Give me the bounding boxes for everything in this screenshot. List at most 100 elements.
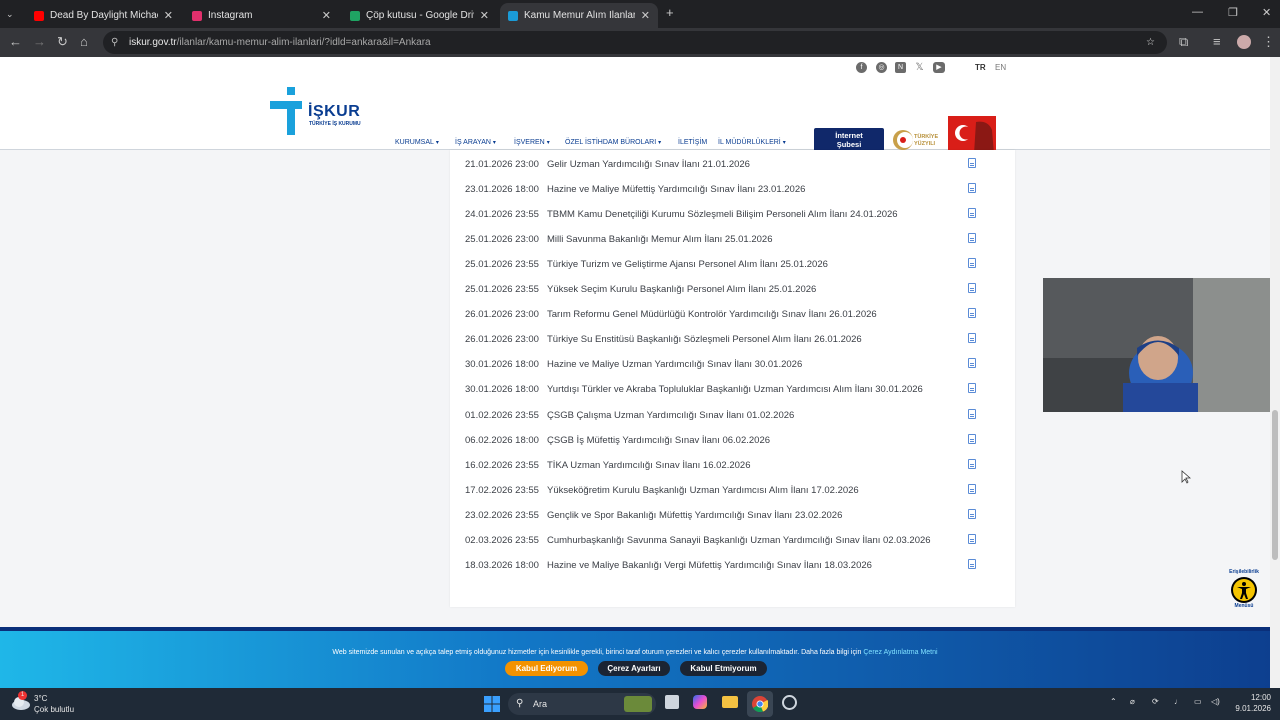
- scrollbar-thumb[interactable]: [1272, 410, 1278, 560]
- profile-avatar[interactable]: [1237, 35, 1251, 49]
- minimize-icon[interactable]: —: [1192, 6, 1203, 18]
- logo-title[interactable]: İŞKUR: [308, 103, 360, 121]
- menu-is-arayan[interactable]: İŞ ARAYAN ▾: [455, 139, 496, 146]
- menu-il-mudurlukleri[interactable]: İL MÜDÜRLÜKLERİ ▾: [718, 139, 786, 146]
- microphone-icon[interactable]: ♩: [1174, 697, 1182, 706]
- chrome-taskbar-button[interactable]: [747, 691, 773, 717]
- internet-branch-button[interactable]: İnternet Şubesi: [814, 128, 884, 152]
- tab-youtube[interactable]: Dead By Daylight Michael Myers ✕: [26, 3, 181, 28]
- reading-list-icon[interactable]: ≡: [1213, 35, 1221, 49]
- instagram-icon[interactable]: ◎: [876, 62, 887, 73]
- close-icon[interactable]: ✕: [322, 9, 331, 22]
- listing-title-link[interactable]: Yüksek Seçim Kurulu Başkanlığı Personel …: [547, 284, 816, 295]
- listing-title-link[interactable]: Hazine ve Maliye Uzman Yardımcılığı Sına…: [547, 359, 802, 370]
- listing-title-link[interactable]: Hazine ve Maliye Bakanlığı Vergi Müfetti…: [547, 560, 872, 571]
- recording-app-icon[interactable]: [782, 695, 797, 710]
- volume-icon[interactable]: ◁): [1211, 697, 1220, 706]
- close-window-icon[interactable]: ✕: [1262, 6, 1271, 19]
- extensions-icon[interactable]: ⧉: [1179, 35, 1188, 49]
- back-icon[interactable]: ←: [9, 35, 22, 49]
- listing-title-link[interactable]: Tarım Reformu Genel Müdürlüğü Kontrolör …: [547, 309, 877, 320]
- page-scrollbar[interactable]: [1270, 57, 1280, 688]
- lang-tr-link[interactable]: TR: [975, 63, 986, 72]
- menu-dots-icon[interactable]: ⋮: [1262, 35, 1275, 49]
- listing-row[interactable]: 18.03.2026 18:00 Hazine ve Maliye Bakanlı…: [450, 556, 1015, 576]
- tab-google-drive[interactable]: Çöp kutusu - Google Drive ✕: [342, 3, 497, 28]
- menu-isveren[interactable]: İŞVEREN ▾: [514, 139, 550, 146]
- document-icon[interactable]: [968, 183, 976, 194]
- listing-row[interactable]: 23.01.2026 18:00 Hazine ve Maliye Müfetti…: [450, 180, 1015, 200]
- close-icon[interactable]: ✕: [641, 9, 650, 22]
- cookie-accept-button[interactable]: Kabul Ediyorum: [505, 661, 588, 676]
- listing-row[interactable]: 23.02.2026 23:55 Gençlik ve Spor Bakanlığ…: [450, 506, 1015, 526]
- iskur-logo-icon[interactable]: [270, 87, 302, 135]
- menu-iletisim[interactable]: İLETİŞİM: [678, 139, 707, 146]
- document-icon[interactable]: [968, 308, 976, 319]
- close-icon[interactable]: ✕: [164, 9, 173, 22]
- document-icon[interactable]: [968, 233, 976, 244]
- document-icon[interactable]: [968, 508, 976, 519]
- listing-row[interactable]: 17.02.2026 23:55 Yükseköğretim Kurulu Baş…: [450, 481, 1015, 501]
- document-icon[interactable]: [968, 433, 976, 444]
- document-icon[interactable]: [968, 258, 976, 269]
- listing-row[interactable]: 24.01.2026 23:55 TBMM Kamu Denetçiliği Ku…: [450, 205, 1015, 225]
- clock-date[interactable]: 9.01.2026: [1225, 704, 1271, 713]
- listing-row[interactable]: 26.01.2026 23:00 Türkiye Su Enstitüsü Baş…: [450, 330, 1015, 350]
- task-view-icon[interactable]: [665, 695, 679, 709]
- document-icon[interactable]: [968, 558, 976, 569]
- cookie-settings-button[interactable]: Çerez Ayarları: [598, 661, 670, 676]
- document-icon[interactable]: [968, 383, 976, 394]
- listing-title-link[interactable]: Hazine ve Maliye Müfettiş Yardımcılığı S…: [547, 184, 805, 195]
- site-info-icon[interactable]: ⚲: [111, 31, 118, 54]
- youtube-icon[interactable]: ▶: [933, 62, 945, 73]
- display-icon[interactable]: ▭: [1194, 697, 1202, 706]
- tab-instagram[interactable]: Instagram ✕: [184, 3, 339, 28]
- windows-start-icon[interactable]: [484, 696, 500, 712]
- cookie-reject-button[interactable]: Kabul Etmiyorum: [680, 661, 767, 676]
- listing-row[interactable]: 25.01.2026 23:00 Milli Savunma Bakanlığı …: [450, 230, 1015, 250]
- nsosyal-icon[interactable]: N: [895, 62, 906, 73]
- menu-kurumsal[interactable]: KURUMSAL ▾: [395, 139, 439, 146]
- listing-row[interactable]: 30.01.2026 18:00 Hazine ve Maliye Uzman Y…: [450, 355, 1015, 375]
- listing-title-link[interactable]: Türkiye Turizm ve Geliştirme Ajansı Pers…: [547, 259, 828, 270]
- network-off-icon[interactable]: ⌀: [1130, 697, 1135, 706]
- home-icon[interactable]: ⌂: [80, 35, 88, 49]
- listing-row[interactable]: 21.01.2026 23:00 Gelir Uzman Yardımcılığı…: [450, 155, 1015, 175]
- bookmark-star-icon[interactable]: ☆: [1146, 31, 1155, 54]
- listing-row[interactable]: 30.01.2026 18:00 Yurtdışı Türkler ve Akra…: [450, 380, 1015, 400]
- lang-en-link[interactable]: EN: [995, 63, 1006, 72]
- listing-row[interactable]: 06.02.2026 18:00 ÇSGB İş Müfettiş Yardımc…: [450, 431, 1015, 451]
- listing-title-link[interactable]: ÇSGB İş Müfettiş Yardımcılığı Sınav İlan…: [547, 435, 770, 446]
- forward-icon[interactable]: →: [33, 35, 46, 49]
- listing-title-link[interactable]: Türkiye Su Enstitüsü Başkanlığı Sözleşme…: [547, 334, 862, 345]
- listing-row[interactable]: 26.01.2026 23:00 Tarım Reformu Genel Müdü…: [450, 305, 1015, 325]
- document-icon[interactable]: [968, 358, 976, 369]
- facebook-icon[interactable]: f: [856, 62, 867, 73]
- new-tab-icon[interactable]: +: [666, 6, 674, 20]
- listing-title-link[interactable]: Gelir Uzman Yardımcılığı Sınav İlanı 21.…: [547, 159, 750, 170]
- document-icon[interactable]: [968, 533, 976, 544]
- document-icon[interactable]: [968, 408, 976, 419]
- taskbar-search-box[interactable]: ⚲ Ara: [508, 693, 656, 715]
- listing-title-link[interactable]: TİKA Uzman Yardımcılığı Sınav İlanı 16.0…: [547, 460, 750, 471]
- listing-title-link[interactable]: Cumhurbaşkanlığı Savunma Sanayii Başkanl…: [547, 535, 931, 546]
- file-explorer-icon[interactable]: [722, 696, 738, 708]
- address-bar[interactable]: ⚲ iskur.gov.tr/ilanlar/kamu-memur-alim-i…: [103, 31, 1167, 54]
- listing-row[interactable]: 25.01.2026 23:55 Türkiye Turizm ve Gelişt…: [450, 255, 1015, 275]
- tab-search-icon[interactable]: ⌄: [6, 7, 14, 21]
- reload-icon[interactable]: ↻: [57, 35, 68, 49]
- listing-title-link[interactable]: Yurtdışı Türkler ve Akraba Topluluklar B…: [547, 384, 923, 395]
- listing-row[interactable]: 25.01.2026 23:55 Yüksek Seçim Kurulu Başk…: [450, 280, 1015, 300]
- listing-row[interactable]: 01.02.2026 23:55 ÇSGB Çalışma Uzman Yardı…: [450, 406, 1015, 426]
- menu-ozel-istihdam[interactable]: ÖZEL İSTİHDAM BÜROLARI ▾: [565, 139, 661, 146]
- document-icon[interactable]: [968, 483, 976, 494]
- document-icon[interactable]: [968, 283, 976, 294]
- listing-row[interactable]: 02.03.2026 23:55 Cumhurbaşkanlığı Savunma…: [450, 531, 1015, 551]
- document-icon[interactable]: [968, 158, 976, 168]
- clock-time[interactable]: 12:00: [1233, 693, 1271, 702]
- x-icon[interactable]: 𝕏: [914, 62, 925, 73]
- listing-title-link[interactable]: TBMM Kamu Denetçiliği Kurumu Sözleşmeli …: [547, 209, 898, 220]
- document-icon[interactable]: [968, 458, 976, 469]
- sync-icon[interactable]: ⟳: [1152, 697, 1159, 706]
- listing-row[interactable]: 16.02.2026 23:55 TİKA Uzman Yardımcılığı …: [450, 456, 1015, 476]
